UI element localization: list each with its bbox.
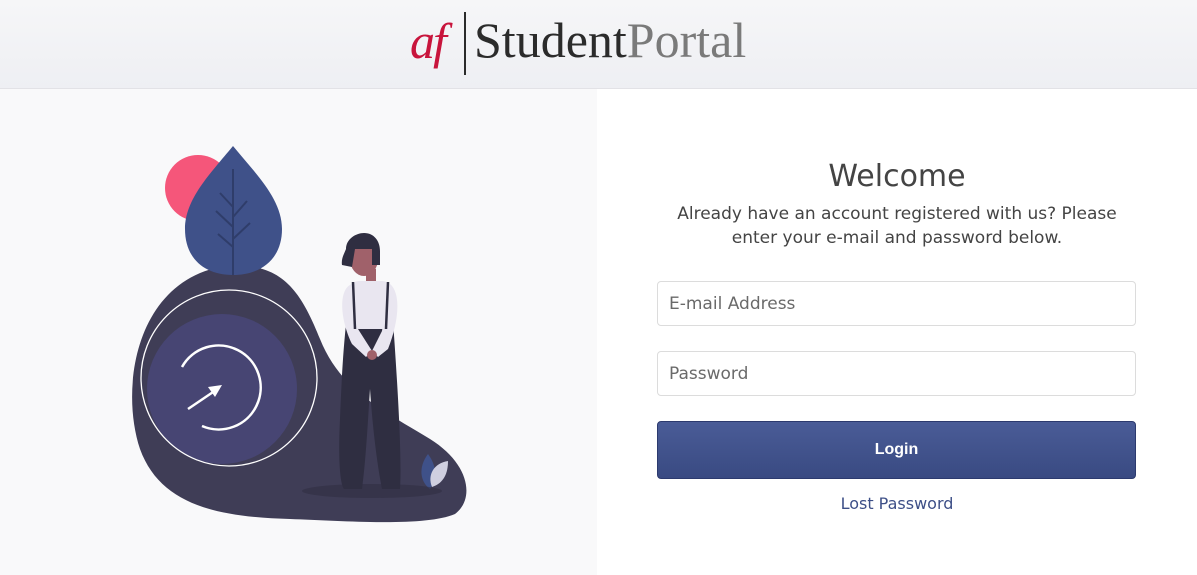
password-field[interactable] xyxy=(657,351,1136,396)
welcome-subtitle: Already have an account registered with … xyxy=(677,204,1117,248)
lost-password-link[interactable]: Lost Password xyxy=(597,494,1197,514)
header: af StudentPortal xyxy=(0,0,1197,88)
logo-wordmark: StudentPortal xyxy=(474,12,746,68)
logo-divider xyxy=(464,12,466,75)
login-card: Welcome Already have an account register… xyxy=(0,88,1197,575)
welcome-title: Welcome xyxy=(828,159,966,194)
logo-mark: af xyxy=(410,13,447,69)
inner-disc xyxy=(147,314,297,464)
logo-word-student: Student xyxy=(474,12,627,68)
illustration xyxy=(132,146,467,523)
illustration-panel xyxy=(0,89,597,575)
logo-word-portal: Portal xyxy=(626,12,747,68)
login-button[interactable]: Login xyxy=(657,421,1136,479)
ground-shadow xyxy=(302,484,442,498)
logo[interactable]: af StudentPortal xyxy=(410,10,790,76)
email-field[interactable] xyxy=(657,281,1136,326)
login-form: Welcome Already have an account register… xyxy=(597,89,1197,575)
